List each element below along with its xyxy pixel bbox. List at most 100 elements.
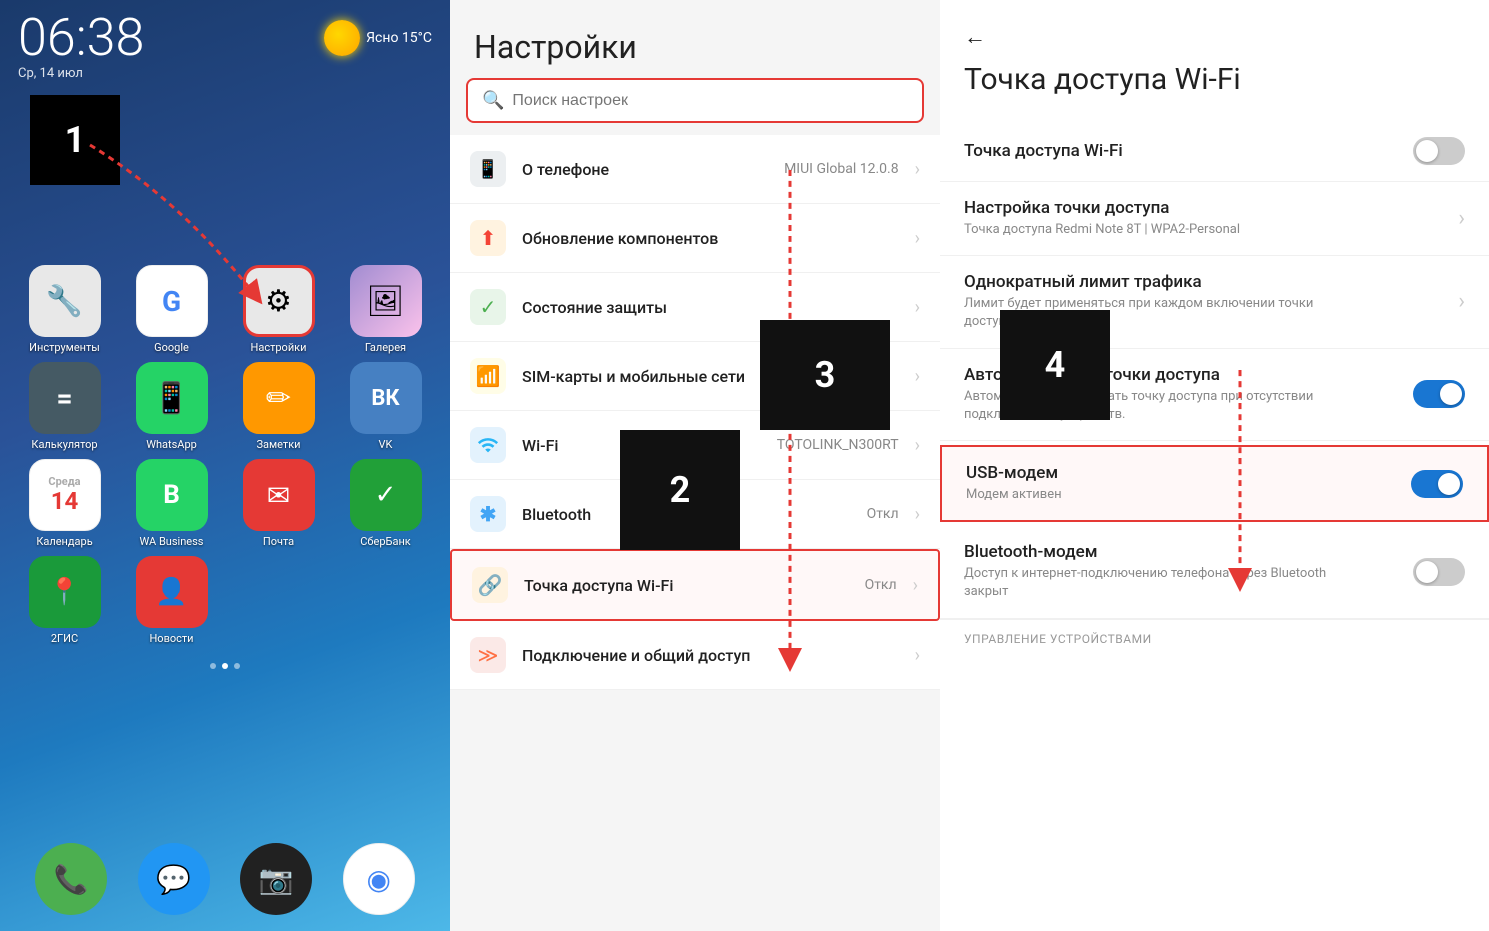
wabusiness-icon: B <box>136 459 208 531</box>
gallery-app[interactable]: 🖼 Галерея <box>335 265 436 354</box>
hotspot-title: Точка доступа Wi-Fi <box>524 576 849 595</box>
phone-dock[interactable]: 📞 <box>35 843 107 915</box>
app-grid-row3: Среда14 Календарь B WA Business ✉ Почта … <box>0 459 450 548</box>
google-label: Google <box>154 341 189 354</box>
security-chevron: › <box>915 297 920 318</box>
инструменты-app[interactable]: 🔧 Инструменты <box>14 265 115 354</box>
connection-icon: ≫ <box>470 637 506 673</box>
sberbank-icon: ✓ <box>350 459 422 531</box>
google-app[interactable]: G Google <box>121 265 222 354</box>
vk-app[interactable]: ВК VK <box>335 362 436 451</box>
about-title: О телефоне <box>522 160 768 179</box>
messages-dock[interactable]: 💬 <box>138 843 210 915</box>
updates-chevron: › <box>915 228 920 249</box>
about-icon: 📱 <box>470 151 506 187</box>
news-app[interactable]: 👤 Новости <box>121 556 222 645</box>
settings-panel-wrap: Настройки 🔍 📱 О телефоне MIUI Global 12.… <box>450 0 940 931</box>
wifi-value: TOTOLINK_N300RT <box>777 437 899 453</box>
hotspot-usb-toggle[interactable] <box>1411 470 1463 498</box>
dot-1 <box>210 663 216 669</box>
settings-item-about[interactable]: 📱 О телефоне MIUI Global 12.0.8 › <box>450 135 940 204</box>
hotspot-traffic-chevron: › <box>1458 289 1465 314</box>
security-content: Состояние защиты <box>522 298 899 317</box>
hotspot-icon: 🔗 <box>472 567 508 603</box>
hotspot-settings-chevron: › <box>1458 206 1465 231</box>
notes-label: Заметки <box>256 438 300 451</box>
hotspot-panel-wrap: ← Точка доступа Wi-Fi Точка доступа Wi-F… <box>940 0 1489 931</box>
hotspot-content: Точка доступа Wi-Fi <box>524 576 849 595</box>
settings-item-connection[interactable]: ≫ Подключение и общий доступ › <box>450 621 940 690</box>
calculator-app[interactable]: = Калькулятор <box>14 362 115 451</box>
hotspot-traffic-title: Однократный лимит трафика <box>964 272 1344 292</box>
wifi-icon <box>470 427 506 463</box>
whatsapp-icon: 📱 <box>136 362 208 434</box>
step-2-box: 2 <box>620 430 740 550</box>
wabusiness-app[interactable]: B WA Business <box>121 459 222 548</box>
whatsapp-app[interactable]: 📱 WhatsApp <box>121 362 222 451</box>
settings-app[interactable]: ⚙ Настройки <box>228 265 329 354</box>
weather: Ясно 15°C <box>324 20 432 56</box>
sim-chevron: › <box>915 366 920 387</box>
search-input[interactable] <box>512 92 908 110</box>
bluetooth-chevron: › <box>915 504 920 525</box>
2gis-app[interactable]: 📍 2ГИС <box>14 556 115 645</box>
settings-icon: ⚙ <box>243 265 315 337</box>
settings-item-updates[interactable]: ⬆ Обновление компонентов › <box>450 204 940 273</box>
2gis-icon: 📍 <box>29 556 101 628</box>
step-3-box: 3 <box>760 320 890 430</box>
hotspot-wifi-toggle[interactable] <box>1413 137 1465 165</box>
bluetooth-icon: ✱ <box>470 496 506 532</box>
bt-toggle-knob <box>1416 561 1438 583</box>
back-button[interactable]: ← <box>940 16 1489 50</box>
hotspot-bt-sub: Доступ к интернет-подключению телефона ч… <box>964 565 1344 601</box>
toggle-knob <box>1416 140 1438 162</box>
calendar-app[interactable]: Среда14 Календарь <box>14 459 115 548</box>
notes-app[interactable]: ✏ Заметки <box>228 362 329 451</box>
updates-title: Обновление компонентов <box>522 229 899 248</box>
camera-icon: 📷 <box>240 843 312 915</box>
hotspot-settings-item[interactable]: Настройка точки доступа Точка доступа Re… <box>940 182 1489 256</box>
about-content: О телефоне <box>522 160 768 179</box>
hotspot-usb-sub: Модем активен <box>966 486 1062 504</box>
hotspot-bt-item[interactable]: Bluetooth-модем Доступ к интернет-подклю… <box>940 526 1489 618</box>
chrome-dock[interactable]: ◉ <box>343 843 415 915</box>
notes-icon: ✏ <box>243 362 315 434</box>
step-1-box: 1 <box>30 95 120 185</box>
app-grid-row4: 📍 2ГИС 👤 Новости <box>0 556 450 645</box>
settings-item-hotspot[interactable]: 🔗 Точка доступа Wi-Fi Откл › <box>450 549 940 621</box>
step-4-box: 4 <box>1000 310 1110 420</box>
hotspot-bt-toggle[interactable] <box>1413 558 1465 586</box>
sim-icon: 📶 <box>470 358 506 394</box>
hotspot-bt-content: Bluetooth-модем Доступ к интернет-подклю… <box>964 542 1344 601</box>
settings-label: Настройки <box>251 341 307 354</box>
mail-icon: ✉ <box>243 459 315 531</box>
calculator-label: Калькулятор <box>31 438 97 451</box>
page-dots <box>0 663 450 669</box>
mail-label: Почта <box>263 535 294 548</box>
hotspot-wifi-toggle-item[interactable]: Точка доступа Wi-Fi <box>940 121 1489 182</box>
updates-icon: ⬆ <box>470 220 506 256</box>
camera-dock[interactable]: 📷 <box>240 843 312 915</box>
usb-toggle-knob <box>1438 473 1460 495</box>
hotspot-usb-content: USB-модем Модем активен <box>966 463 1062 504</box>
autooff-toggle-knob <box>1440 383 1462 405</box>
calculator-icon: = <box>29 362 101 434</box>
dot-3 <box>234 663 240 669</box>
hotspot-panel: ← Точка доступа Wi-Fi Точка доступа Wi-F… <box>940 0 1489 931</box>
about-chevron: › <box>915 159 920 180</box>
messages-icon: 💬 <box>138 843 210 915</box>
connection-content: Подключение и общий доступ <box>522 646 899 665</box>
about-value: MIUI Global 12.0.8 <box>784 161 899 177</box>
hotspot-usb-item[interactable]: USB-модем Модем активен <box>940 445 1489 522</box>
hotspot-settings-title: Настройка точки доступа <box>964 198 1240 218</box>
settings-title: Настройки <box>450 0 940 78</box>
инструменты-icon: 🔧 <box>29 265 101 337</box>
2gis-label: 2ГИС <box>51 632 78 645</box>
hotspot-autooff-toggle[interactable] <box>1413 380 1465 408</box>
hotspot-settings-content: Настройка точки доступа Точка доступа Re… <box>964 198 1240 239</box>
settings-search-box[interactable]: 🔍 <box>466 78 924 123</box>
hotspot-wifi-toggle-content: Точка доступа Wi-Fi <box>964 141 1123 161</box>
mail-app[interactable]: ✉ Почта <box>228 459 329 548</box>
sberbank-app[interactable]: ✓ СберБанк <box>335 459 436 548</box>
hotspot-value: Откл <box>865 577 897 593</box>
